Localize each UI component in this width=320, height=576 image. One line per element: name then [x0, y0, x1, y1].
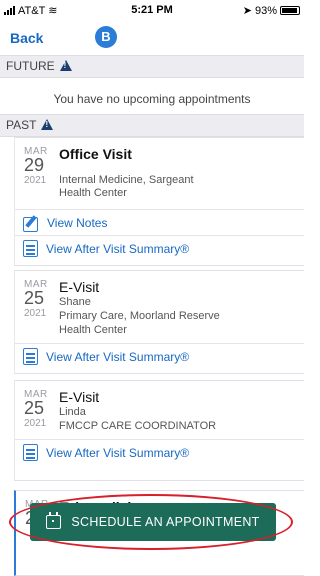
- back-button[interactable]: Back: [10, 30, 43, 46]
- appointment-info: Office Visit Internal Medicine, Sargeant…: [59, 146, 298, 200]
- location-line: FMCCP CARE COORDINATOR: [59, 420, 217, 432]
- schedule-appointment-button[interactable]: SCHEDULE AN APPOINTMENT: [30, 503, 276, 541]
- nav-bar: Back B: [0, 22, 304, 52]
- location-line: Primary Care, Moorland Reserve: [59, 310, 220, 322]
- date-year: 2021: [24, 418, 47, 429]
- appointment-provider: Shane: [59, 296, 91, 308]
- past-section-header: PAST: [0, 114, 304, 137]
- avatar[interactable]: B: [95, 26, 117, 48]
- battery-icon: [280, 6, 300, 15]
- warning-icon: [41, 119, 54, 130]
- view-after-visit-summary-link[interactable]: View After Visit Summary®: [15, 343, 304, 369]
- view-notes-link[interactable]: View Notes: [15, 209, 304, 235]
- appointment-location: Internal Medicine, Sargeant Health Cente…: [59, 174, 298, 200]
- date-year: 2021: [24, 308, 47, 319]
- action-label: View After Visit Summary®: [46, 241, 190, 256]
- future-label: FUTURE: [6, 59, 55, 73]
- appointment-info: E-Visit Shane Primary Care, Moorland Res…: [59, 279, 298, 337]
- document-icon: [23, 240, 38, 257]
- edit-notes-icon: [23, 215, 39, 232]
- date-day: 25: [24, 288, 45, 308]
- location-line: Internal Medicine, Sargeant: [59, 174, 194, 186]
- location-line: Health Center: [59, 187, 127, 199]
- appointment-provider: Linda: [59, 406, 86, 418]
- status-bar: AT&T ≋ 5:21 PM ➤ 93%: [0, 0, 304, 22]
- date-day: 25: [24, 398, 45, 418]
- appointment-card[interactable]: MAR 29 2021 Office Visit Internal Medici…: [14, 137, 304, 266]
- appointment-card[interactable]: MAR 25 2021 E-Visit Shane Primary Care, …: [14, 270, 304, 374]
- appointment-title: Office Visit: [59, 146, 132, 162]
- action-label: View After Visit Summary®: [46, 445, 190, 460]
- date-year: 2021: [24, 175, 47, 186]
- schedule-button-label: SCHEDULE AN APPOINTMENT: [71, 515, 260, 529]
- appointment-date: MAR 29 2021: [24, 146, 58, 186]
- future-section-header: FUTURE: [0, 55, 304, 78]
- action-label: View After Visit Summary®: [46, 349, 190, 364]
- battery-percent: 93%: [254, 4, 277, 17]
- view-after-visit-summary-link[interactable]: View After Visit Summary®: [15, 235, 304, 261]
- date-day: 29: [24, 155, 45, 175]
- appointment-title: E-Visit: [59, 389, 100, 405]
- status-right: ➤ 93%: [243, 4, 300, 17]
- appointment-card[interactable]: MAR 25 2021 E-Visit Linda FMCCP CARE COO…: [14, 380, 304, 481]
- appointment-date: MAR 25 2021: [24, 389, 58, 429]
- location-line: Health Center: [59, 324, 127, 336]
- calendar-icon: [46, 512, 62, 529]
- action-label: View Notes: [47, 215, 108, 230]
- view-after-visit-summary-link[interactable]: View After Visit Summary®: [15, 439, 304, 465]
- past-label: PAST: [6, 118, 37, 132]
- appointment-info: E-Visit Linda FMCCP CARE COORDINATOR: [59, 389, 298, 433]
- appointment-date: MAR 25 2021: [24, 279, 58, 319]
- document-icon: [23, 444, 38, 461]
- document-icon: [23, 348, 38, 365]
- warning-icon: [59, 60, 72, 71]
- appointment-title: E-Visit: [59, 279, 100, 295]
- no-appointments-message: You have no upcoming appointments: [53, 92, 251, 106]
- location-arrow-icon: ➤: [242, 5, 252, 17]
